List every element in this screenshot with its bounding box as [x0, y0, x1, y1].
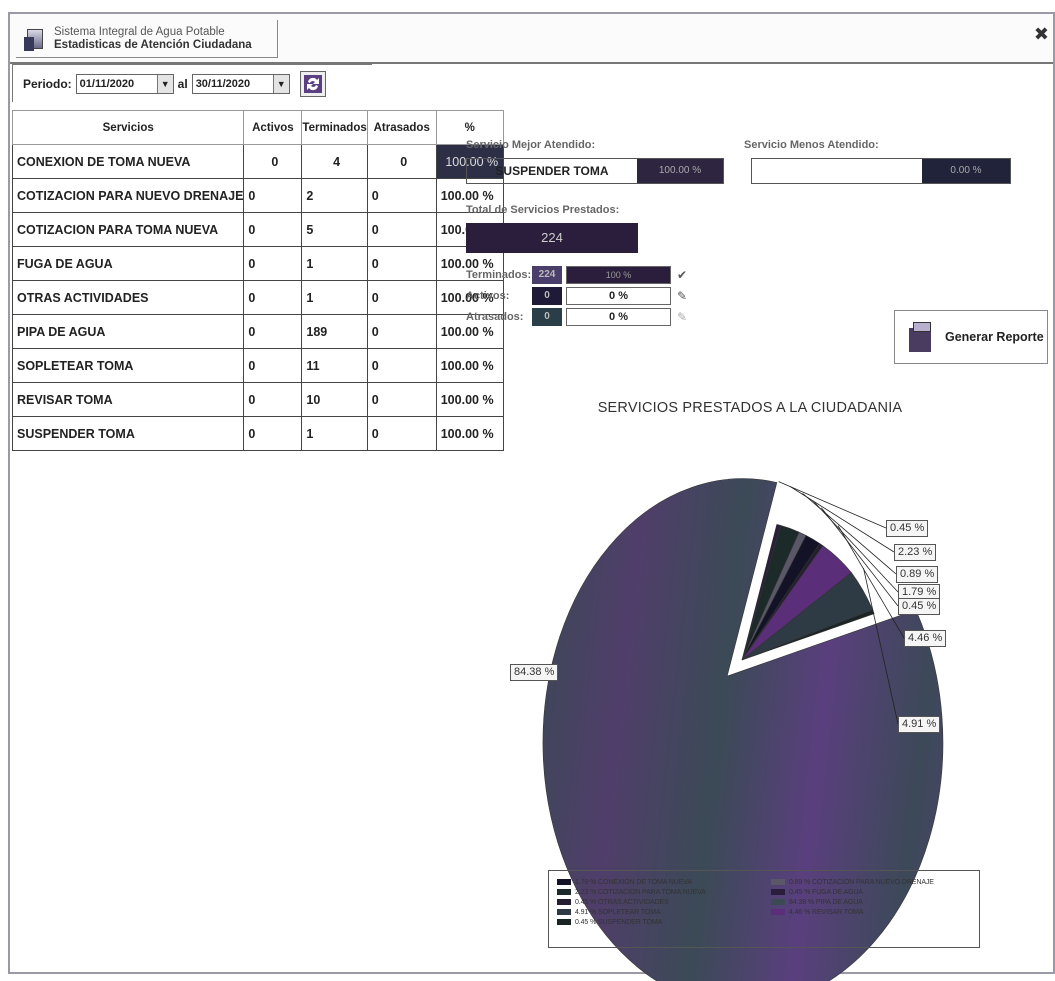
legend-label: 0.45 % SUSPENDER TOMA	[575, 918, 663, 926]
legend-label: 0.89 % COTIZACION PARA NUEVO DRENAJE	[789, 878, 934, 886]
legend-item: 84.38 % PIPA DE AGUA	[771, 897, 971, 907]
legend-item: 4.91 % SOPLETEAR TOMA	[557, 907, 757, 917]
legend-swatch	[771, 879, 785, 885]
chart-legend: 1.79 % CONEXION DE TOMA NUEVA 0.89 % COTI…	[548, 870, 980, 948]
legend-label: 4.91 % SOPLETEAR TOMA	[575, 908, 661, 916]
legend-swatch	[557, 909, 571, 915]
pie-data-label: 4.46 %	[904, 630, 947, 647]
legend-item: 0.45 % FUGA DE AGUA	[771, 887, 971, 897]
legend-swatch	[557, 899, 571, 905]
legend-label: 1.79 % CONEXION DE TOMA NUEVA	[575, 878, 692, 886]
pie-data-label: 0.45 %	[886, 520, 929, 537]
legend-swatch	[557, 919, 571, 925]
legend-item: 0.89 % COTIZACION PARA NUEVO DRENAJE	[771, 877, 971, 887]
pie-data-label: 2.23 %	[894, 544, 937, 561]
legend-item: 0.45 % SUSPENDER TOMA	[557, 917, 757, 927]
legend-label: 0.45 % OTRAS ACTIVIDADES	[575, 898, 669, 906]
legend-swatch	[557, 889, 571, 895]
pie-data-label: 4.91 %	[898, 716, 941, 733]
legend-label: 84.38 % PIPA DE AGUA	[789, 898, 863, 906]
legend-swatch	[771, 909, 785, 915]
legend-label: 0.45 % FUGA DE AGUA	[789, 888, 863, 896]
pie-data-label: 0.45 %	[898, 598, 941, 615]
legend-item: 1.79 % CONEXION DE TOMA NUEVA	[557, 877, 757, 887]
pie-data-label: 84.38 %	[510, 664, 559, 681]
legend-item: 4.46 % REVISAR TOMA	[771, 907, 971, 917]
legend-label: 2.23 % COTIZACION PARA TOMA NUEVA	[575, 888, 706, 896]
legend-item: 2.23 % COTIZACION PARA TOMA NUEVA	[557, 887, 757, 897]
pie-data-label: 0.89 %	[896, 566, 939, 583]
legend-swatch	[557, 879, 571, 885]
legend-swatch	[771, 899, 785, 905]
legend-item: 0.45 % OTRAS ACTIVIDADES	[557, 897, 757, 907]
pie-chart	[542, 478, 944, 981]
legend-label: 4.46 % REVISAR TOMA	[789, 908, 864, 916]
legend-swatch	[771, 889, 785, 895]
